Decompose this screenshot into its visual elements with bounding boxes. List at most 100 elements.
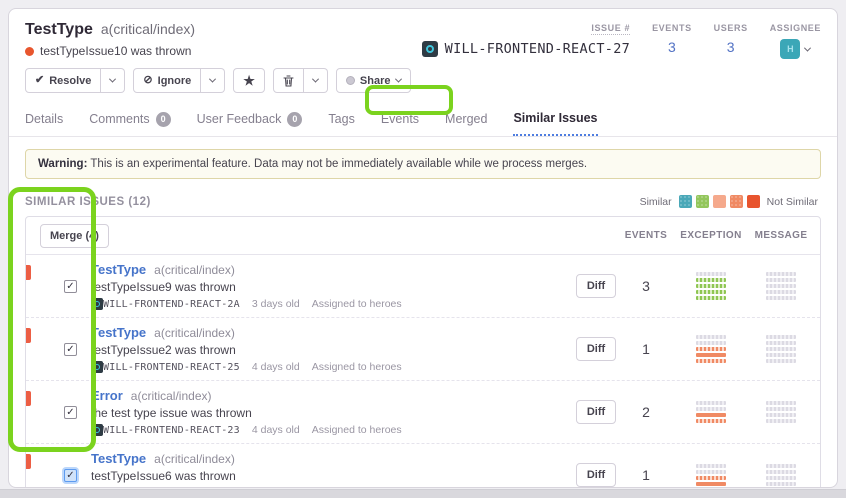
- chevron-down-icon: [109, 76, 116, 83]
- issue-age: 4 days old: [252, 361, 300, 373]
- issue-assigned: Assigned to heroes: [312, 487, 402, 488]
- merge-checkbox[interactable]: ✓: [64, 343, 77, 356]
- merge-button[interactable]: Merge (4): [40, 224, 109, 248]
- similar-issue-row: ✓ TestType a(critical/index) testTypeIss…: [26, 443, 820, 488]
- row-text: Error a(critical/index) the test type is…: [91, 388, 402, 436]
- issue-title-link[interactable]: TestType: [91, 262, 146, 277]
- project-platform-icon: [91, 298, 103, 310]
- similar-issues-content: Warning: This is an experimental feature…: [9, 137, 837, 488]
- issue-title-link[interactable]: TestType: [91, 451, 146, 466]
- issue-assigned: Assigned to heroes: [312, 298, 402, 310]
- tab-label: Comments: [89, 112, 149, 126]
- exception-similarity-bars: [672, 272, 750, 300]
- issue-message: the test type issue was thrown: [91, 406, 402, 420]
- share-button[interactable]: Share: [336, 68, 411, 93]
- bookmark-star-button[interactable]: ★: [233, 68, 265, 93]
- tab-tags[interactable]: Tags: [328, 111, 354, 136]
- row-main: ✓ Error a(critical/index) the test type …: [26, 388, 572, 436]
- issue-culprit: a(critical/index): [154, 263, 235, 277]
- row-title-line: TestType a(critical/index): [91, 451, 402, 466]
- issue-number-label: ISSUE #: [591, 23, 630, 35]
- users-count-link[interactable]: 3: [727, 39, 735, 55]
- legend-swatch: [730, 195, 743, 208]
- similar-issues-heading: SIMILAR ISSUES (12): [25, 196, 151, 208]
- stat-users: USERS 3: [714, 23, 748, 93]
- resolve-button-group: ✔ Resolve: [25, 68, 125, 93]
- similarity-bar: [766, 296, 796, 300]
- delete-button[interactable]: [273, 68, 304, 93]
- issue-level-bar: [26, 454, 31, 469]
- ignore-dropdown-button[interactable]: [201, 68, 225, 93]
- diff-button[interactable]: Diff: [576, 463, 616, 487]
- share-status-icon: [346, 76, 355, 85]
- similarity-bar: [766, 359, 796, 363]
- issue-tabbar: Details Comments0 User Feedback0 Tags Events…: [9, 97, 837, 137]
- tab-merged[interactable]: Merged: [445, 111, 487, 136]
- tab-user-feedback[interactable]: User Feedback0: [197, 111, 303, 136]
- similarity-bar: [766, 407, 796, 411]
- merge-checkbox[interactable]: ✓: [64, 406, 77, 419]
- assignee-dropdown[interactable]: H: [780, 39, 810, 59]
- similarity-bar: [766, 353, 796, 357]
- message-similarity-bars: [750, 335, 812, 363]
- row-main: ✓ TestType a(critical/index) testTypeIss…: [26, 451, 572, 488]
- merge-checkbox[interactable]: ✓: [64, 280, 77, 293]
- page-bottom-strip: [0, 489, 846, 498]
- issue-culprit: a(critical/index): [101, 21, 195, 37]
- delete-dropdown-button[interactable]: [304, 68, 328, 93]
- merge-checkbox[interactable]: ✓: [64, 469, 77, 482]
- row-title-line: Error a(critical/index): [91, 388, 402, 403]
- trash-icon: [283, 75, 294, 87]
- tab-events[interactable]: Events: [381, 111, 419, 136]
- message-similarity-bars: [750, 401, 812, 423]
- issue-level-bar: [26, 391, 31, 406]
- similarity-bar: [696, 341, 726, 345]
- issue-short-id: WILL-FRONTEND-REACT-28: [103, 488, 240, 489]
- column-header-exception: EXCEPTION: [672, 230, 750, 241]
- diff-button[interactable]: Diff: [576, 400, 616, 424]
- action-toolbar: ✔ Resolve ⊘ Ignore ★: [25, 68, 411, 93]
- stat-assignee: ASSIGNEE H: [770, 23, 821, 93]
- issue-age: 3 days old: [252, 298, 300, 310]
- tab-comments[interactable]: Comments0: [89, 111, 170, 136]
- issue-message: testTypeIssue6 was thrown: [91, 469, 402, 483]
- row-text: TestType a(critical/index) testTypeIssue…: [91, 325, 402, 373]
- events-count-link[interactable]: 3: [668, 39, 676, 55]
- issue-subtitle-row: testTypeIssue10 was thrown: [25, 44, 411, 58]
- similarity-bar: [766, 401, 796, 405]
- column-header-message: MESSAGE: [750, 230, 812, 241]
- project-platform-icon: [91, 361, 103, 373]
- diff-button[interactable]: Diff: [576, 337, 616, 361]
- issue-culprit: a(critical/index): [131, 389, 212, 403]
- similarity-bar: [766, 284, 796, 288]
- events-count: 1: [620, 341, 672, 357]
- similarity-bar: [696, 407, 726, 411]
- row-title-line: TestType a(critical/index): [91, 325, 402, 340]
- resolve-button[interactable]: ✔ Resolve: [25, 68, 101, 93]
- tab-details[interactable]: Details: [25, 111, 63, 136]
- issue-title-row: TestType a(critical/index): [25, 21, 411, 39]
- resolve-dropdown-button[interactable]: [101, 68, 125, 93]
- issue-title-link[interactable]: TestType: [91, 325, 146, 340]
- ban-icon: ⊘: [143, 75, 152, 86]
- tab-label: Details: [25, 112, 63, 126]
- diff-button[interactable]: Diff: [576, 274, 616, 298]
- issue-culprit: a(critical/index): [154, 326, 235, 340]
- similarity-bar: [696, 347, 726, 351]
- issue-assigned: Assigned to heroes: [312, 424, 402, 436]
- issue-title-link[interactable]: Error: [91, 388, 123, 403]
- users-label: USERS: [714, 23, 748, 33]
- similarity-bar: [696, 290, 726, 294]
- similarity-bar: [766, 413, 796, 417]
- similarity-bar: [766, 290, 796, 294]
- share-label: Share: [360, 75, 391, 87]
- ignore-button[interactable]: ⊘ Ignore: [133, 68, 201, 93]
- tab-similar-issues[interactable]: Similar Issues: [513, 111, 597, 136]
- events-count: 1: [620, 467, 672, 483]
- chevron-down-icon: [804, 44, 811, 51]
- tab-label: Events: [381, 112, 419, 126]
- bookmark-button-group: ★: [233, 68, 265, 93]
- experimental-warning-banner: Warning: This is an experimental feature…: [25, 149, 821, 179]
- similarity-bar: [766, 470, 796, 474]
- ignore-label: Ignore: [158, 75, 192, 87]
